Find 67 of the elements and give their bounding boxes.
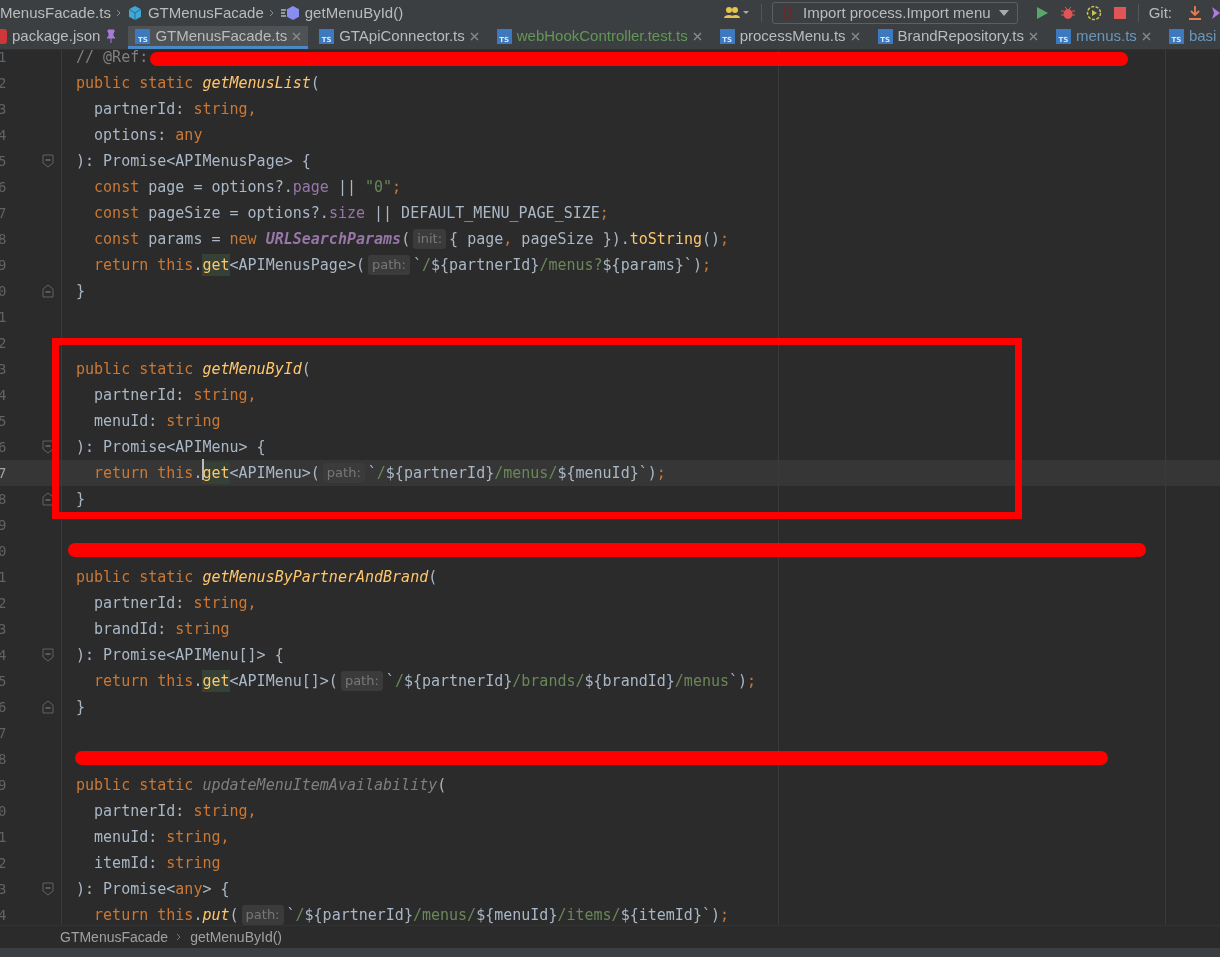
stop-icon[interactable]: [1111, 5, 1128, 21]
code-line: partnerId: string,: [93, 592, 257, 614]
coverage-icon[interactable]: [1085, 5, 1102, 21]
fold-icon[interactable]: [42, 882, 54, 896]
breadcrumb-item[interactable]: GTMenusFacade: [147, 1, 264, 25]
code-line: ): Promise<any> {: [76, 878, 230, 900]
code-line: public static getMenuById(: [76, 358, 311, 380]
fold-icon[interactable]: [42, 700, 54, 714]
breadcrumb-item[interactable]: GTMenusFacade: [60, 926, 169, 948]
code-line: itemId: string: [93, 852, 221, 874]
code-line: return this.get<APIMenu>( path: `/${partnerId}/menus/${menuId}`);: [76, 460, 666, 486]
code-line: partnerId: string,: [93, 384, 257, 406]
pin-icon[interactable]: [105, 29, 118, 43]
line-number: 1: [0, 567, 8, 587]
code-line: }: [76, 696, 86, 718]
chevron-icon: [176, 933, 183, 941]
bug-icon[interactable]: [1059, 5, 1076, 21]
code-line: public static getMenusByPartnerAndBrand(: [76, 566, 438, 588]
package-file-icon: [0, 28, 7, 44]
code-line: ): Promise<APIMenusPage> {: [76, 150, 311, 172]
line-number: 1: [0, 827, 8, 847]
breadcrumb-item[interactable]: MenusFacade.ts: [0, 1, 111, 25]
code-line: return this.get<APIMenusPage>( path: `/${partnerId}/menus?${params}`);: [76, 252, 711, 278]
code-line: public static getMenusList(: [76, 72, 320, 94]
download-icon[interactable]: [1188, 5, 1202, 21]
class-icon: [126, 5, 143, 21]
fold-icon[interactable]: [42, 648, 54, 662]
code-line: menuId: string: [93, 410, 221, 432]
close-icon[interactable]: [692, 31, 702, 41]
code-line: const pageSize = options?.size || DEFAULT_MENU_PAGE_SIZE;: [93, 202, 609, 224]
editor-tab[interactable]: package.json: [0, 26, 125, 49]
code-line: }: [76, 280, 86, 302]
code-line: return this.get<APIMenu[]>( path: `/${partnerId}/brands/${brandId}/menus`);: [76, 668, 757, 694]
code-line: ): Promise<APIMenu> {: [76, 436, 266, 458]
chevron-icon: [115, 9, 122, 17]
close-icon[interactable]: [850, 31, 860, 41]
fold-icon[interactable]: [42, 492, 54, 506]
code-line: options: any: [93, 124, 203, 146]
code-line: public static updateMenuItemAvailability(: [76, 774, 447, 796]
code-line: return this.put( path: `/${partnerId}/menus/${menuId}/items/${itemId}`);: [93, 904, 730, 925]
fold-icon[interactable]: [42, 284, 54, 298]
code-line: brandId: string: [93, 618, 230, 640]
fold-icon[interactable]: [42, 440, 54, 454]
close-icon[interactable]: [469, 31, 479, 41]
close-icon[interactable]: [1029, 31, 1038, 41]
arrow-icon[interactable]: [1212, 5, 1220, 21]
code-line: menuId: string,: [93, 826, 230, 848]
code-line: partnerId: string,: [93, 800, 257, 822]
code-line: const page = options?.page || "0";: [93, 176, 402, 198]
code-line: partnerId: string,: [93, 98, 257, 120]
method-icon: [279, 5, 300, 21]
git-label: Git:: [1148, 2, 1172, 23]
fold-icon[interactable]: [42, 154, 54, 168]
users-icon[interactable]: [723, 5, 752, 21]
close-icon[interactable]: [1141, 31, 1151, 41]
caret-icon: [998, 10, 1009, 16]
close-icon[interactable]: [292, 31, 302, 41]
run-configuration-dropdown[interactable]: Import process.Import menu: [772, 2, 1018, 24]
breadcrumb-item[interactable]: getMenuById(): [304, 1, 404, 25]
chevron-icon: [268, 9, 275, 17]
line-number: 1: [0, 50, 8, 67]
line-number: 1: [0, 307, 8, 327]
code-line: }: [76, 488, 86, 510]
breadcrumb-item[interactable]: getMenuById(): [190, 926, 282, 948]
code-line: ): Promise<APIMenu[]> {: [76, 644, 284, 666]
code-line: // @Ref:: [76, 50, 149, 68]
code-line: const params = new URLSearchParams( init: { page, pageSize }).toString();: [93, 228, 730, 251]
